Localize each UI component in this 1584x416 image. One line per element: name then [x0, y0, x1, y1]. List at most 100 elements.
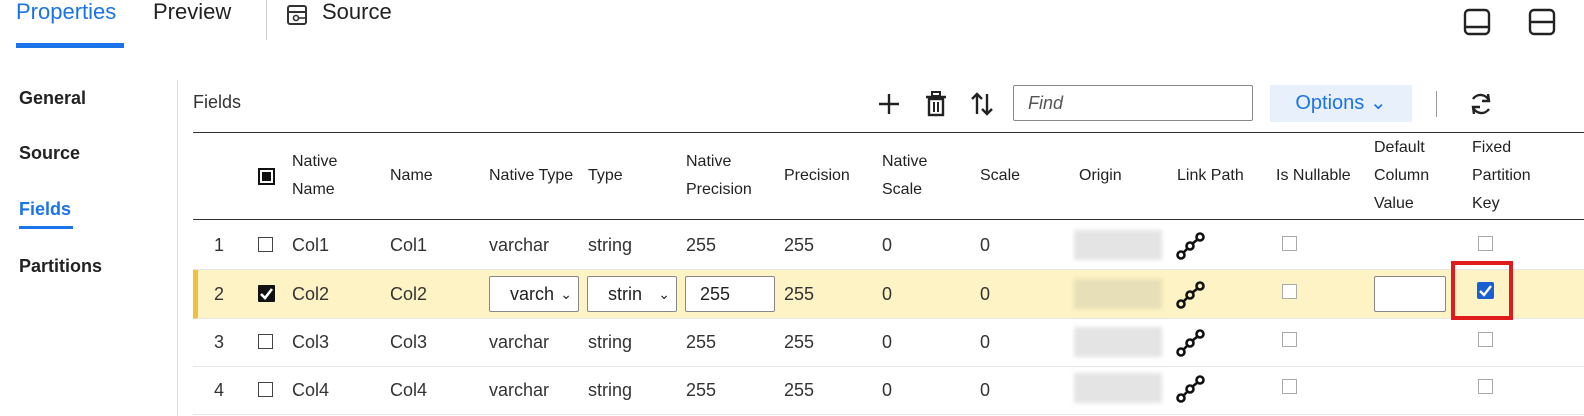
select-value: strin: [608, 284, 643, 304]
dock-bottom-icon[interactable]: [1463, 8, 1491, 36]
source-icon: [287, 5, 307, 25]
options-dropdown[interactable]: Options ⌄: [1270, 85, 1412, 122]
native-precision-cell: 255: [686, 235, 717, 255]
column-header-native-name[interactable]: Native Name: [292, 148, 337, 204]
is-nullable-checkbox[interactable]: [1282, 236, 1297, 251]
link-path-icon[interactable]: [1176, 280, 1206, 310]
select-all-checkbox[interactable]: [258, 168, 275, 185]
default-column-value-input[interactable]: [1374, 276, 1446, 312]
sidebar-item-fields[interactable]: Fields: [19, 199, 73, 229]
split-view-icon[interactable]: [1528, 8, 1556, 36]
native-name-cell: Col4: [292, 380, 330, 400]
fixed-partition-checkbox[interactable]: [1478, 379, 1493, 394]
native-name-cell: Col1: [292, 235, 330, 255]
native-scale-cell: 0: [882, 332, 893, 352]
link-path-icon[interactable]: [1176, 328, 1206, 358]
header-top-border: [193, 132, 1584, 133]
link-path-icon[interactable]: [1176, 374, 1206, 404]
native-precision-input[interactable]: 255: [685, 276, 775, 312]
is-nullable-checkbox[interactable]: [1282, 379, 1297, 394]
tab-bar: Properties Preview Source: [0, 0, 1584, 60]
origin-cell-blurred: [1074, 230, 1162, 260]
header-line: Key: [1472, 195, 1500, 212]
scale-cell: 0: [980, 235, 991, 255]
native-type-cell: varchar: [489, 332, 550, 352]
column-header-fixed-partition-key[interactable]: Fixed Partition Key: [1472, 134, 1531, 218]
type-cell: string: [588, 380, 633, 400]
type-select[interactable]: strin ⌄: [587, 276, 677, 312]
row-number: 4: [214, 380, 225, 400]
column-header-native-precision[interactable]: Native Precision: [686, 148, 752, 204]
fixed-partition-checkbox-checked[interactable]: [1477, 282, 1494, 299]
precision-cell: 255: [784, 332, 815, 352]
add-icon[interactable]: [875, 90, 903, 118]
tab-preview[interactable]: Preview: [153, 0, 231, 50]
native-precision-cell: 255: [686, 332, 717, 352]
select-value: varch: [510, 284, 555, 304]
header-line: Default: [1374, 139, 1425, 156]
header-line: Name: [292, 181, 335, 198]
sidebar-item-source[interactable]: Source: [19, 143, 80, 164]
row-number: 3: [214, 332, 225, 352]
is-nullable-checkbox[interactable]: [1282, 332, 1297, 347]
is-nullable-checkbox[interactable]: [1282, 284, 1297, 299]
sidebar-item-label: Fields: [19, 199, 72, 219]
header-line: Value: [1374, 195, 1414, 212]
column-header-origin[interactable]: Origin: [1079, 162, 1122, 190]
origin-cell-blurred: [1074, 279, 1162, 309]
header-line: Native: [686, 153, 732, 170]
row-checkbox-checked[interactable]: [258, 285, 275, 302]
row-checkbox[interactable]: [258, 237, 273, 252]
name-cell[interactable]: Col4: [390, 366, 427, 414]
column-header-name[interactable]: Name: [390, 162, 433, 190]
origin-cell-blurred: [1074, 327, 1162, 357]
native-type-cell: varchar: [489, 380, 550, 400]
native-scale-cell: 0: [882, 284, 893, 304]
delete-icon[interactable]: [922, 90, 950, 118]
indeterminate-mark: [262, 172, 271, 181]
sidebar-item-general[interactable]: General: [19, 88, 86, 109]
column-header-type[interactable]: Type: [588, 162, 623, 190]
name-cell[interactable]: Col1: [390, 221, 427, 269]
check-icon: [1479, 285, 1492, 297]
row-checkbox[interactable]: [258, 334, 273, 349]
active-sidebar-indicator: [19, 226, 73, 229]
row-number: 1: [214, 235, 225, 255]
scale-cell: 0: [980, 332, 991, 352]
header-bottom-border: [193, 219, 1584, 220]
sort-icon[interactable]: [968, 90, 996, 118]
name-cell[interactable]: Col3: [390, 318, 427, 366]
section-title: Fields: [193, 92, 242, 112]
column-header-scale[interactable]: Scale: [980, 162, 1020, 190]
header-line: Column: [1374, 167, 1430, 184]
column-header-precision[interactable]: Precision: [784, 162, 850, 190]
native-type-select[interactable]: varch ⌄: [489, 276, 579, 312]
sidebar-item-partitions[interactable]: Partitions: [19, 256, 102, 277]
header-line: Native: [292, 153, 338, 170]
sidebar-divider: [177, 80, 178, 416]
header-line: Partition: [1472, 167, 1531, 184]
origin-cell-blurred: [1074, 373, 1162, 403]
native-type-cell: varchar: [489, 235, 550, 255]
header-line: Precision: [686, 181, 752, 198]
fixed-partition-checkbox[interactable]: [1478, 332, 1493, 347]
column-header-default-value[interactable]: Default Column Value: [1374, 134, 1429, 218]
column-header-native-type[interactable]: Native Type: [489, 162, 573, 190]
chevron-down-icon: ⌄: [658, 286, 670, 302]
column-header-is-nullable[interactable]: Is Nullable: [1276, 162, 1351, 190]
column-header-link-path[interactable]: Link Path: [1177, 162, 1244, 190]
fixed-partition-checkbox[interactable]: [1478, 236, 1493, 251]
refresh-icon[interactable]: [1467, 90, 1495, 118]
find-input[interactable]: Find: [1013, 85, 1253, 121]
column-header-native-scale[interactable]: Native Scale: [882, 148, 927, 204]
tab-source[interactable]: Source: [322, 0, 392, 50]
link-path-icon[interactable]: [1176, 231, 1206, 261]
check-icon: [260, 288, 274, 300]
type-cell: string: [588, 332, 633, 352]
active-tab-indicator: [16, 43, 124, 48]
tab-divider: [266, 0, 267, 40]
type-cell: string: [588, 235, 633, 255]
header-line: Fixed: [1472, 139, 1512, 156]
name-cell[interactable]: Col2: [390, 270, 427, 318]
row-checkbox[interactable]: [258, 382, 273, 397]
